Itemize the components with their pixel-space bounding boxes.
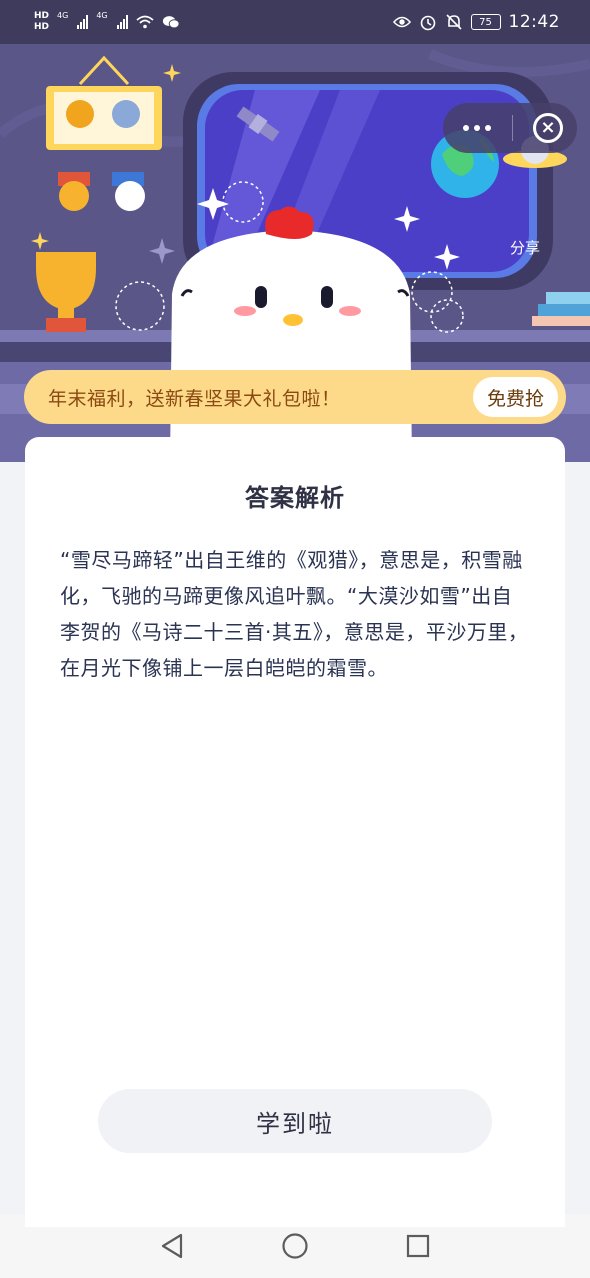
- home-circle-icon: [282, 1233, 308, 1259]
- promo-banner[interactable]: 年末福利，送新春坚果大礼包啦！ 免费抢: [24, 370, 566, 424]
- wifi-icon: [136, 13, 154, 31]
- more-dot-icon: [474, 125, 480, 131]
- close-button[interactable]: ×: [533, 113, 563, 143]
- wechat-icon: [162, 13, 180, 31]
- back-button[interactable]: [152, 1226, 192, 1266]
- card-title: 答案解析: [245, 484, 345, 512]
- sim2-network-label: 4G: [96, 11, 108, 20]
- hd-label-top: HD: [34, 11, 50, 21]
- eye-icon: [392, 13, 411, 31]
- hd-label-bottom: HD: [34, 22, 50, 32]
- recents-square-icon: [407, 1234, 430, 1258]
- status-bar-right: 75 12:42: [392, 12, 561, 32]
- hd-indicator: HD HD: [34, 11, 49, 33]
- more-options-button[interactable]: [463, 113, 491, 143]
- got-it-button[interactable]: 学到啦: [98, 1089, 492, 1153]
- signal-icon: [77, 15, 89, 29]
- alarm-icon: [419, 13, 437, 31]
- share-label[interactable]: 分享: [510, 237, 540, 258]
- battery-icon: 75: [470, 14, 501, 30]
- close-icon: ×: [540, 117, 556, 138]
- status-bar-left: HD HD 4G 4G: [34, 11, 180, 33]
- free-grab-button[interactable]: 免费抢: [472, 377, 558, 417]
- recents-button[interactable]: [398, 1226, 438, 1266]
- promo-text: 年末福利，送新春坚果大礼包啦！: [48, 387, 341, 410]
- mute-bell-icon: [445, 13, 463, 31]
- status-bar: HD HD 4G 4G 75 12:42: [0, 0, 590, 44]
- signal-icon: [116, 15, 128, 29]
- mini-program-capsule: ×: [443, 103, 577, 153]
- capsule-divider: [511, 115, 513, 141]
- back-triangle-icon: [161, 1233, 182, 1259]
- home-button[interactable]: [275, 1226, 315, 1266]
- answer-explanation-text: “雪尽马蹄轻”出自王维的《观猎》，意思是，积雪融化，飞驰的马蹄更像风追叶飘。“大…: [60, 548, 529, 680]
- clock-time: 12:42: [508, 12, 560, 32]
- sim1-network-label: 4G: [57, 11, 69, 20]
- more-dot-icon: [485, 125, 491, 131]
- more-dot-icon: [463, 125, 469, 131]
